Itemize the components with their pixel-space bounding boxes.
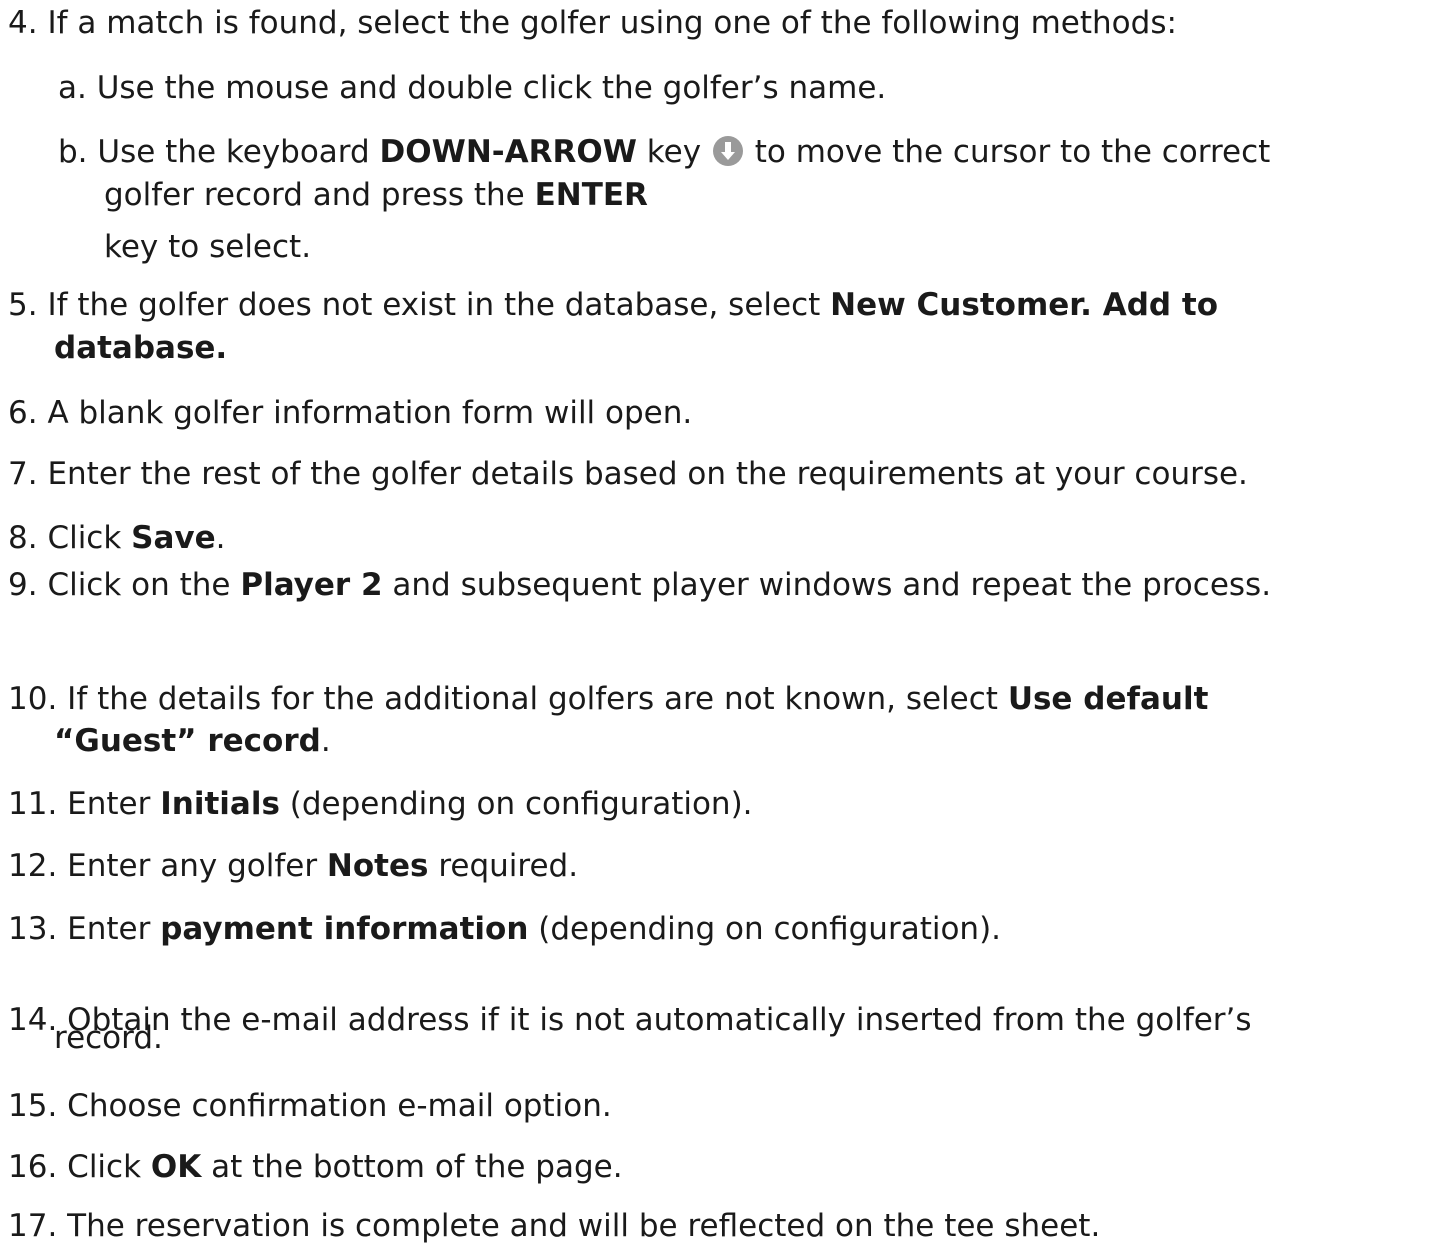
step-4a: a. Use the mouse and double click the go…: [58, 67, 886, 110]
step-10: 10. If the details for the additional go…: [8, 681, 1209, 717]
step-letter: a.: [58, 70, 87, 106]
step-number: 6.: [8, 395, 38, 431]
step-text: A blank golfer information form will ope…: [47, 395, 693, 431]
step-17: 17. The reservation is complete and will…: [8, 1205, 1100, 1248]
step-number: 10.: [8, 681, 58, 717]
step-number: 12.: [8, 848, 58, 884]
step-text: The reservation is complete and will be …: [67, 1208, 1101, 1244]
new-customer-label: New Customer. Add to: [830, 287, 1218, 323]
step-12: 12. Enter any golfer Notes required.: [8, 848, 579, 884]
step-13: 13. Enter payment information (depending…: [8, 911, 1002, 947]
step-number: 13.: [8, 911, 58, 947]
step-14: 14. Obtain the e-mail address if it is n…: [8, 1002, 1252, 1038]
step-number: 15.: [8, 1088, 58, 1124]
step-number: 9.: [8, 567, 38, 603]
enter-key-label: ENTER: [534, 177, 648, 213]
notes-label: Notes: [326, 848, 429, 884]
step-letter: b.: [58, 134, 88, 170]
save-label: Save: [131, 520, 216, 556]
step-number: 11.: [8, 786, 58, 822]
step-text: Choose confirmation e-mail option.: [67, 1088, 612, 1124]
down-arrow-key-icon: [712, 136, 743, 166]
step-4: 4. If a match is found, select the golfe…: [8, 2, 1177, 45]
step-4b: b. Use the keyboard DOWN-ARROW key to mo…: [58, 134, 1271, 170]
ok-label: OK: [150, 1149, 202, 1185]
payment-information-label: payment information: [160, 911, 529, 947]
step-number: 4.: [8, 5, 38, 41]
instruction-document: 4. If a match is found, select the golfe…: [0, 0, 1443, 1249]
step-16: 16. Click OK at the bottom of the page.: [8, 1149, 623, 1185]
step-number: 8.: [8, 520, 38, 556]
player-2-label: Player 2: [240, 567, 383, 603]
step-number: 14.: [8, 1002, 58, 1038]
step-number: 16.: [8, 1149, 58, 1185]
step-15: 15. Choose confirmation e-mail option.: [8, 1085, 612, 1128]
step-4b-line-2: golfer record and press the ENTER: [104, 177, 648, 213]
step-10-line-2: “Guest” record.: [54, 723, 331, 759]
step-text: Enter the rest of the golfer details bas…: [47, 456, 1248, 492]
step-8: 8. Click Save.: [8, 520, 226, 556]
step-6: 6. A blank golfer information form will …: [8, 392, 692, 435]
step-11: 11. Enter Initials (depending on configu…: [8, 786, 753, 822]
step-4b-line-3: key to select.: [104, 229, 312, 265]
step-number: 5.: [8, 287, 38, 323]
down-arrow-key-label: DOWN-ARROW: [379, 134, 637, 170]
step-5: 5. If the golfer does not exist in the d…: [8, 287, 1218, 323]
initials-label: Initials: [160, 786, 280, 822]
step-number: 7.: [8, 456, 38, 492]
step-7: 7. Enter the rest of the golfer details …: [8, 453, 1248, 496]
step-number: 17.: [8, 1208, 58, 1244]
step-9: 9. Click on the Player 2 and subsequent …: [8, 567, 1272, 603]
step-text: If a match is found, select the golfer u…: [47, 5, 1177, 41]
step-5-line-2: database.: [54, 330, 228, 366]
step-text: Use the mouse and double click the golfe…: [96, 70, 887, 106]
step-14-line-2: record.: [54, 1020, 163, 1056]
guest-record-label: “Guest” record: [54, 723, 321, 759]
use-default-label: Use default: [1007, 681, 1209, 717]
